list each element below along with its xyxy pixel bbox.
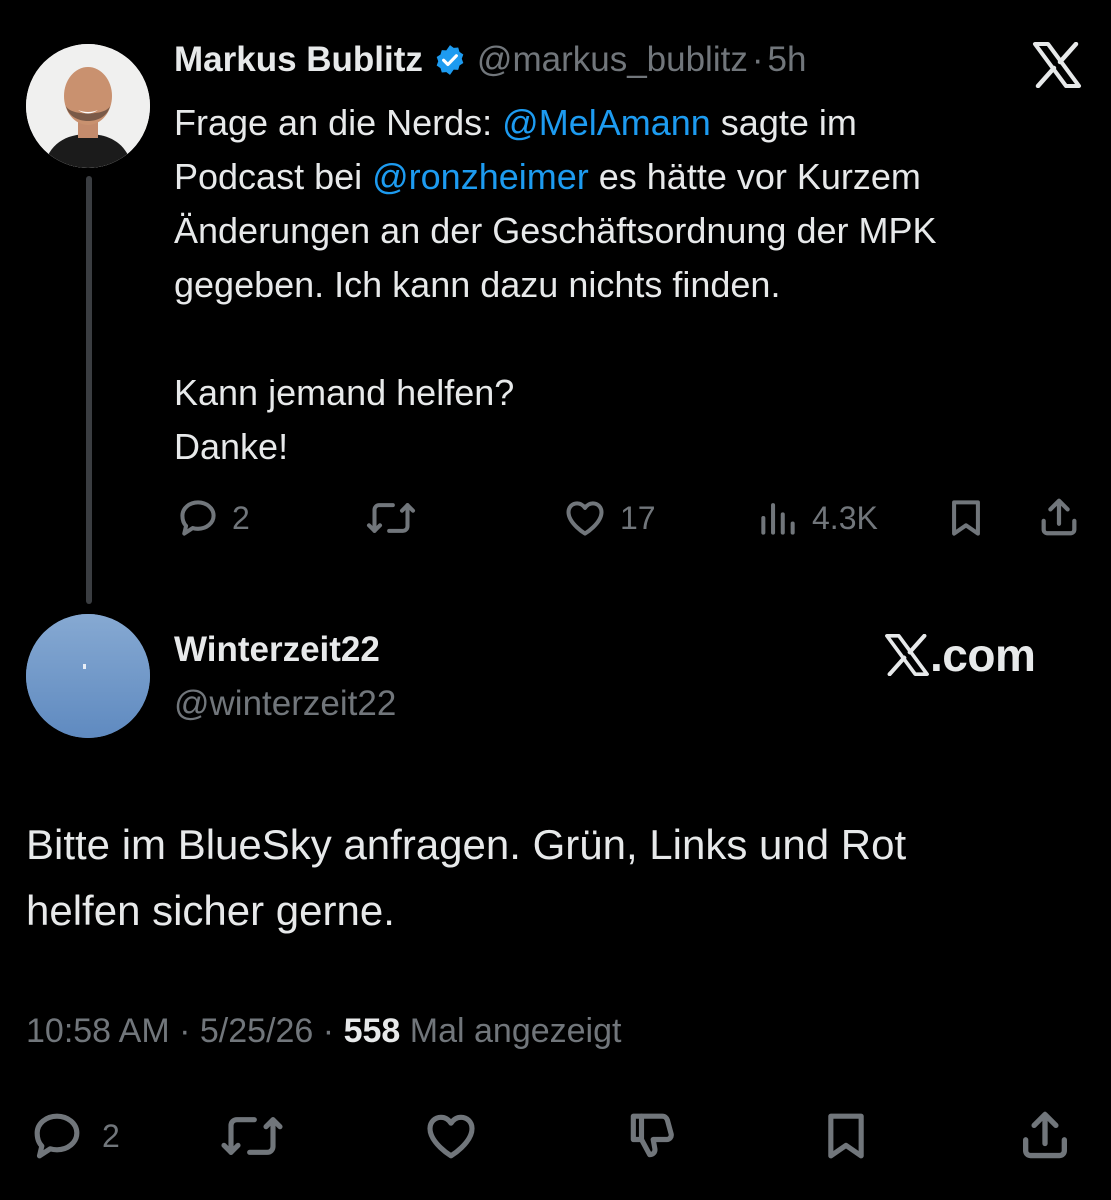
bookmark-icon: [828, 1113, 864, 1159]
mention-link[interactable]: @ronzheimer: [372, 156, 589, 197]
share-icon: [1041, 498, 1077, 536]
views-count: 4.3K: [812, 499, 878, 536]
watermark-text: .com: [930, 629, 1036, 681]
author-name[interactable]: Markus Bublitz: [174, 40, 423, 80]
reply-author-name[interactable]: Winterzeit22: [174, 630, 380, 670]
reply-reply-button[interactable]: 2: [26, 1108, 120, 1164]
tweet-text-part: Frage an die Nerds:: [174, 102, 503, 143]
reply-bookmark-button[interactable]: [818, 1108, 874, 1169]
share-icon: [1023, 1111, 1067, 1159]
like-count: 17: [620, 499, 656, 536]
reply-text: Bitte im BlueSky anfragen. Grün, Links u…: [26, 821, 907, 934]
reply-reply-count: 2: [102, 1117, 120, 1154]
author-avatar[interactable]: [26, 44, 150, 168]
thread-line: [86, 176, 92, 604]
reply-icon: [34, 1113, 80, 1159]
reply-icon: [180, 500, 216, 536]
x-com-watermark: .com: [884, 628, 1036, 682]
reply-like-button[interactable]: [420, 1108, 482, 1169]
tweet-time[interactable]: 5h: [768, 40, 807, 80]
tweet-text: Frage an die Nerds: @MelAmann sagte im P…: [174, 96, 1084, 474]
bookmark-button[interactable]: [944, 496, 988, 545]
author-handle[interactable]: @markus_bublitz: [477, 40, 748, 80]
reply-view-count: 558: [343, 1012, 401, 1050]
views-icon: [761, 503, 795, 535]
heart-icon: [566, 501, 604, 536]
reply-view-label: Mal angezeigt: [409, 1012, 622, 1050]
reply-date[interactable]: 5/25/26: [200, 1012, 313, 1050]
reply-author-handle[interactable]: @winterzeit22: [174, 684, 396, 724]
meta-separator: ·: [322, 1012, 335, 1050]
reply-author-avatar[interactable]: [26, 614, 150, 738]
avatar-photo: [26, 44, 150, 168]
x-logo-icon: [885, 634, 929, 676]
tweet-header: Markus Bublitz @markus_bublitz · 5h: [174, 40, 806, 80]
reply-button[interactable]: 2: [176, 496, 250, 540]
thumbs-down-icon: [630, 1113, 674, 1158]
retweet-icon: [221, 1117, 283, 1155]
mention-link[interactable]: @MelAmann: [502, 102, 711, 143]
retweet-button[interactable]: [364, 496, 418, 540]
reply-time[interactable]: 10:58 AM: [26, 1012, 170, 1050]
verified-badge-icon: [433, 43, 467, 77]
like-button[interactable]: 17: [562, 496, 656, 540]
reply-count: 2: [232, 499, 250, 536]
meta-separator: ·: [179, 1012, 191, 1050]
heart-icon: [427, 1114, 475, 1159]
reply-share-button[interactable]: [1016, 1106, 1074, 1169]
share-button[interactable]: [1036, 494, 1082, 545]
avatar-photo: [26, 614, 150, 738]
reply-retweet-button[interactable]: [218, 1108, 286, 1169]
reply-meta: 10:58 AM · 5/25/26 · 558 Mal angezeigt: [26, 1012, 621, 1051]
header-separator: ·: [751, 40, 764, 79]
retweet-icon: [366, 503, 416, 533]
views-button[interactable]: 4.3K: [756, 496, 878, 540]
bookmark-icon: [952, 500, 980, 536]
tweet-text-part: es hätte vor Kurzem Änderungen an der Ge…: [174, 156, 937, 467]
x-logo-icon[interactable]: [1032, 41, 1082, 89]
reply-dislike-button[interactable]: [622, 1108, 682, 1169]
